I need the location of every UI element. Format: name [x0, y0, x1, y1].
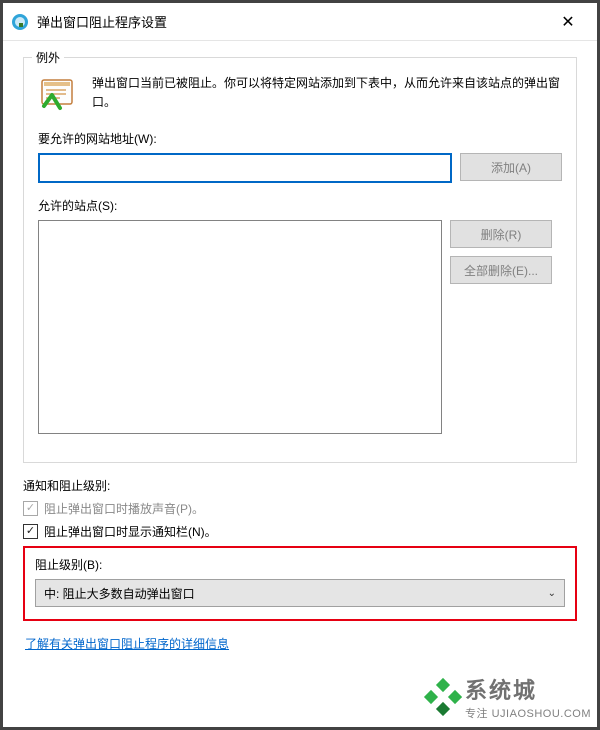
chevron-down-icon: ⌄: [548, 588, 556, 599]
play-sound-checkbox: ✓: [23, 501, 38, 516]
exceptions-group: 例外 弹出窗口当前已被阻止。你可以将特定网站添加到下表中，从而允许来自该站点的弹…: [23, 57, 577, 463]
checkmark-icon: ✓: [26, 526, 35, 537]
info-text: 弹出窗口当前已被阻止。你可以将特定网站添加到下表中，从而允许来自该站点的弹出窗口…: [92, 74, 562, 112]
address-label: 要允许的网站地址(W):: [38, 130, 562, 147]
notification-section: 通知和阻止级别: ✓ 阻止弹出窗口时播放声音(P)。 ✓ 阻止弹出窗口时显示通知…: [23, 477, 577, 666]
address-row: 添加(A): [38, 153, 562, 183]
level-label: 阻止级别(B):: [35, 556, 565, 573]
watermark-subtitle: 专注 UJIAOSHOU.COM: [465, 705, 591, 721]
blocking-level-select[interactable]: 中: 阻止大多数自动弹出窗口 ⌄: [35, 579, 565, 607]
allowed-sites-listbox[interactable]: [38, 220, 442, 434]
play-sound-label: 阻止弹出窗口时播放声音(P)。: [44, 500, 204, 517]
remove-all-button[interactable]: 全部删除(E)...: [450, 256, 552, 284]
close-icon: ✕: [561, 12, 574, 32]
blocking-level-value: 中: 阻止大多数自动弹出窗口: [44, 585, 195, 602]
play-sound-row: ✓ 阻止弹出窗口时播放声音(P)。: [23, 500, 577, 517]
remove-button[interactable]: 删除(R): [450, 220, 552, 248]
window-title: 弹出窗口阻止程序设置: [37, 12, 547, 31]
exceptions-legend: 例外: [32, 49, 64, 66]
dialog-content: 例外 弹出窗口当前已被阻止。你可以将特定网站添加到下表中，从而允许来自该站点的弹…: [3, 41, 597, 690]
info-row: 弹出窗口当前已被阻止。你可以将特定网站添加到下表中，从而允许来自该站点的弹出窗口…: [38, 74, 562, 114]
address-input[interactable]: [38, 153, 452, 183]
notification-legend: 通知和阻止级别:: [23, 477, 577, 494]
app-icon: [11, 13, 29, 31]
learn-more-link[interactable]: 了解有关弹出窗口阻止程序的详细信息: [25, 635, 229, 652]
sites-row: 删除(R) 全部删除(E)...: [38, 220, 562, 434]
titlebar: 弹出窗口阻止程序设置 ✕: [3, 3, 597, 41]
popup-blocked-icon: [38, 74, 78, 114]
show-bar-label: 阻止弹出窗口时显示通知栏(N)。: [44, 523, 217, 540]
add-button[interactable]: 添加(A): [460, 153, 562, 181]
sites-buttons: 删除(R) 全部删除(E)...: [450, 220, 552, 434]
show-bar-checkbox[interactable]: ✓: [23, 524, 38, 539]
checkmark-icon: ✓: [26, 503, 35, 514]
close-button[interactable]: ✕: [547, 3, 589, 41]
blocking-level-highlight: 阻止级别(B): 中: 阻止大多数自动弹出窗口 ⌄: [23, 546, 577, 621]
sites-label: 允许的站点(S):: [38, 197, 562, 214]
show-bar-row: ✓ 阻止弹出窗口时显示通知栏(N)。: [23, 523, 577, 540]
